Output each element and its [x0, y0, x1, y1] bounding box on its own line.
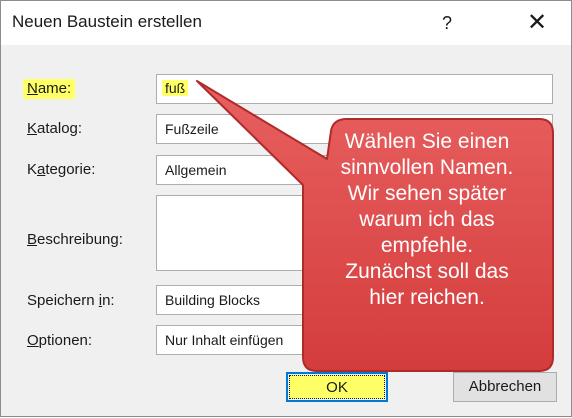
- callout-line: warum ich das: [359, 208, 495, 231]
- callout-line: Wählen Sie einen: [344, 130, 510, 153]
- callout-text: Wählen Sie einen sinnvollen Namen. Wir s…: [305, 129, 549, 369]
- callout-line: sinnvollen Namen.: [340, 156, 514, 179]
- callout-line: empfehle.: [380, 234, 474, 257]
- callout-line: Zunächst soll das: [345, 260, 509, 283]
- callout-line: Wir sehen später: [347, 182, 507, 205]
- new-building-block-dialog: Neuen Baustein erstellen ? ✕ Name: fuß K…: [0, 0, 572, 417]
- callout-line: hier reichen.: [369, 286, 485, 309]
